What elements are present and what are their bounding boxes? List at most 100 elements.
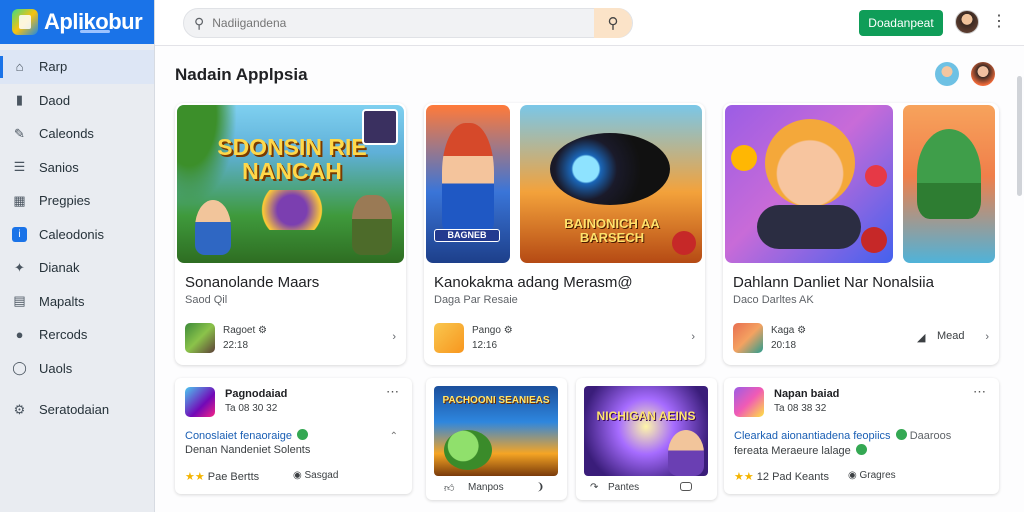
sale-badge	[861, 227, 887, 253]
chevron-right-icon[interactable]: ›	[392, 331, 396, 343]
more-options-icon[interactable]: ⋯	[386, 384, 400, 400]
sidebar-item-pregpies[interactable]: ▦ Pregpies	[0, 184, 154, 218]
character-badge	[362, 109, 398, 145]
character	[668, 430, 704, 476]
sidebar-item-dianak[interactable]: ✦ Dianak	[0, 251, 154, 285]
sidebar-item-rercods[interactable]: ● Rercods	[0, 318, 154, 352]
sidebar-item-label: Uaols	[39, 360, 73, 376]
media-action-label[interactable]: Manpos	[468, 482, 504, 493]
app-size: 22:18	[223, 340, 249, 351]
sidebar-item-mapalts[interactable]: ▤ Mapalts	[0, 285, 154, 319]
chevron-right-icon[interactable]: ›	[691, 331, 695, 343]
circle-icon: ●	[15, 327, 24, 343]
tag-icon: ◉	[293, 470, 302, 481]
friend-avatar[interactable]	[971, 62, 995, 86]
chevron-right-icon[interactable]: ›	[985, 331, 989, 343]
featured-app-card[interactable]: SDONSIN RIE NANCAH Sonanolande Maars Sao…	[175, 103, 406, 365]
coin	[865, 165, 887, 187]
sidebar-item-label: Caleonds	[39, 126, 94, 142]
sidebar-item-label: Mapalts	[39, 293, 85, 309]
verified-icon	[895, 429, 907, 440]
share-icon[interactable]: ↷	[590, 482, 598, 493]
sidebar-item-uaols[interactable]: ◯ Uaols	[0, 352, 154, 386]
coin	[731, 145, 757, 171]
sidebar-item-label: Rercods	[39, 327, 88, 343]
artwork-title: BAINONICH AA BARSECH	[564, 216, 660, 245]
sidebar-item-settings[interactable]: ⚙ Seratodaian	[0, 393, 154, 427]
sidebar-item-caleodonis[interactable]: i Caleodonis	[0, 218, 154, 252]
media-action-label[interactable]: Pantes	[608, 482, 639, 493]
app-icon	[734, 387, 764, 417]
app-description-secondary: fereata Meraeure lalage	[734, 444, 867, 457]
collapse-icon[interactable]: ⌃	[390, 431, 398, 442]
artwork-caption: BAGNEB	[434, 229, 500, 243]
sidebar-divider	[0, 385, 154, 393]
like-icon[interactable]: 👍︎	[444, 482, 454, 494]
app-artwork-side	[903, 105, 995, 263]
app-description-secondary: Denan Nandeniet Solents	[185, 444, 311, 456]
sidebar-item-rarp[interactable]: ⌂ Rarp	[0, 50, 154, 84]
puzzle-icon: ✦	[14, 259, 25, 275]
app-description-text: Conoslaiet fenaoraige	[185, 430, 293, 442]
search-button[interactable]: ⚲	[594, 8, 632, 38]
app-list-card[interactable]: Pagnodaiad Ta 08 30 32 ⋯ Conoslaiet fena…	[175, 378, 412, 494]
rating-text: 12 Pad Keants	[756, 471, 829, 483]
developer-icon	[185, 323, 215, 353]
brand-bar[interactable]: Aplikobur	[0, 0, 154, 44]
character-face	[765, 119, 855, 207]
main-content: Nadain Applpsia SDONSIN RIE NANCAH Sonan…	[155, 46, 1024, 512]
more-options-icon[interactable]: ⋮	[991, 11, 1007, 31]
app-icon	[185, 387, 215, 417]
creature	[444, 430, 492, 470]
verified-icon	[855, 444, 867, 455]
app-title: Sonanolande Maars	[185, 274, 320, 291]
verified-icon	[297, 429, 309, 440]
app-title: Kanokakma adang Merasm@	[434, 274, 633, 291]
grid-icon: ▦	[13, 192, 26, 208]
app-title: Dahlann Danliet Nar Nonalsiia	[733, 274, 934, 291]
app-artwork	[725, 105, 893, 263]
list-icon: ☰	[13, 159, 26, 175]
download-button[interactable]: Doadanpeat	[859, 10, 943, 36]
share-icon[interactable]: ◢	[917, 331, 925, 344]
sidebar-item-caleonds[interactable]: ✎ Caleonds	[0, 117, 154, 151]
settings-icon: ⚙	[13, 401, 26, 417]
pip-icon[interactable]	[680, 482, 692, 491]
media-card[interactable]: PACHOONI SEANIEAS 👍︎ Manpos ❩	[426, 378, 567, 500]
sidebar-item-label: Rarp	[39, 59, 68, 75]
scrollbar[interactable]	[1017, 76, 1022, 196]
user-avatar[interactable]	[955, 10, 979, 34]
app-meta: Ta 08 30 32	[225, 403, 278, 414]
developer-name: Kaga ⚙	[771, 325, 807, 336]
expand-icon[interactable]: ❩	[536, 482, 544, 493]
developer-name: Pango ⚙	[472, 325, 513, 336]
star-icon: ★★	[734, 471, 754, 483]
bookmark-icon: ▮	[15, 92, 24, 108]
character-left	[195, 200, 231, 255]
media-card[interactable]: NICHIGAN AEINS ↷ Pantes	[576, 378, 717, 500]
featured-app-card[interactable]: Dahlann Danliet Nar Nonalsiia Daco Darlt…	[723, 103, 999, 365]
app-artwork: SDONSIN RIE NANCAH	[177, 105, 404, 263]
section-title: Nadain Applpsia	[175, 65, 308, 84]
top-bar: ⚲ ⚲ Doadanpeat ⋮	[155, 0, 1024, 46]
brand-underline	[80, 30, 110, 33]
tag-label: Gragres	[859, 470, 896, 481]
friend-avatar[interactable]	[935, 62, 959, 86]
more-options-icon[interactable]: ⋯	[973, 384, 987, 400]
sidebar-item-sanios[interactable]: ☰ Sanios	[0, 151, 154, 185]
character-hero	[442, 123, 494, 233]
app-description: Conoslaiet fenaoraige	[185, 429, 309, 442]
app-subtitle: Daga Par Resaie	[434, 294, 518, 306]
puzzle-pieces	[247, 190, 337, 230]
artwork-title: PACHOONI SEANIEAS	[442, 395, 550, 406]
app-size: 20:18	[771, 340, 797, 351]
home-icon: ⌂	[15, 59, 24, 75]
sidebar-nav: ⌂ Rarp ▮ Daod ✎ Caleonds ☰ Sanios ▦ Preg…	[0, 44, 154, 427]
sale-badge	[672, 231, 696, 255]
app-list-card[interactable]: Napan baiad Ta 08 38 32 ⋯ Clearkad aiona…	[724, 378, 999, 494]
sidebar-item-daod[interactable]: ▮ Daod	[0, 84, 154, 118]
featured-app-card[interactable]: BAGNEB BAINONICH AA BARSECH Kanokakma ad…	[424, 103, 705, 365]
dragon-character	[917, 129, 981, 219]
read-more-link[interactable]: Mead	[937, 330, 965, 342]
search-input[interactable]	[212, 16, 593, 30]
